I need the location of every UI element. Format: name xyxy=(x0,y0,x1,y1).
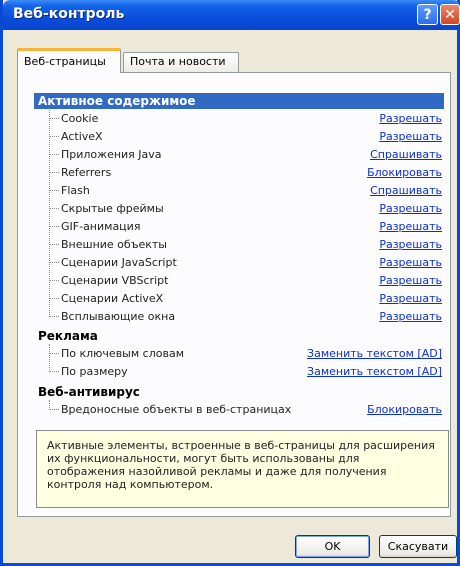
item-action-link[interactable]: Разрешать xyxy=(379,202,442,215)
list-item-keywords: По ключевым словам Заменить текстом [AD] xyxy=(49,345,444,363)
item-action-link[interactable]: Разрешать xyxy=(379,310,442,323)
list-item-size: По размеру Заменить текстом [AD] xyxy=(49,363,444,381)
list-item-activex: ActiveX Разрешать xyxy=(49,128,444,146)
item-action-link[interactable]: Разрешать xyxy=(379,220,442,233)
list-item-javascript: Сценарии JavaScript Разрешать xyxy=(49,254,444,272)
help-icon: ? xyxy=(423,6,432,23)
list-item-vbscript: Сценарии VBScript Разрешать xyxy=(49,272,444,290)
item-label: Всплывающие окна xyxy=(61,310,176,323)
item-action-link[interactable]: Спрашивать xyxy=(370,184,442,197)
item-action-link[interactable]: Заменить текстом [AD] xyxy=(307,347,442,360)
item-label: Скрытые фреймы xyxy=(61,202,164,215)
close-button[interactable]: ✕ xyxy=(440,4,460,25)
list-item-hidden-frames: Скрытые фреймы Разрешать xyxy=(49,200,444,218)
item-action-link[interactable]: Разрешать xyxy=(379,274,442,287)
cancel-button[interactable]: Скасувати xyxy=(379,535,457,558)
list-item-popups: Всплывающие окна Разрешать xyxy=(49,308,444,326)
item-label: По размеру xyxy=(61,365,128,378)
list-item-malicious-objects: Вредоносные объекты в веб-страницах Блоки… xyxy=(49,401,444,419)
item-label: GIF-анимация xyxy=(61,220,141,233)
dialog-window: Веб-контроль ? ✕ Веб-страницы Почта и но… xyxy=(0,0,460,566)
list-item-gif-animation: GIF-анимация Разрешать xyxy=(49,218,444,236)
section-header-ads[interactable]: Реклама xyxy=(38,328,98,344)
list-item-flash: Flash Спрашивать xyxy=(49,182,444,200)
item-action-link[interactable]: Блокировать xyxy=(367,403,442,416)
item-action-link[interactable]: Разрешать xyxy=(379,238,442,251)
tab-mail-news[interactable]: Почта и новости xyxy=(123,52,239,73)
list-item-java: Приложения Java Спрашивать xyxy=(49,146,444,164)
item-label: Вредоносные объекты в веб-страницах xyxy=(61,403,292,416)
section-header-active-content[interactable]: Активное содержимое xyxy=(34,93,444,109)
item-label: Сценарии ActiveX xyxy=(61,292,164,305)
item-label: Внешние объекты xyxy=(61,238,167,251)
item-label: ActiveX xyxy=(61,130,103,143)
item-action-link[interactable]: Спрашивать xyxy=(370,148,442,161)
item-action-link[interactable]: Разрешать xyxy=(379,292,442,305)
list-item-activex-scripts: Сценарии ActiveX Разрешать xyxy=(49,290,444,308)
item-action-link[interactable]: Разрешать xyxy=(379,112,442,125)
description-box: Активные элементы, встроенные в веб-стра… xyxy=(36,430,449,508)
item-label: Сценарии VBScript xyxy=(61,274,169,287)
item-label: Сценарии JavaScript xyxy=(61,256,177,269)
item-label: Cookie xyxy=(61,112,99,125)
item-label: Приложения Java xyxy=(61,148,162,161)
list-item-external-objects: Внешние объекты Разрешать xyxy=(49,236,444,254)
item-label: Referrers xyxy=(61,166,112,179)
list-item-cookie: Cookie Разрешать xyxy=(49,110,444,128)
title-bar[interactable]: Веб-контроль ? ✕ xyxy=(3,0,460,30)
item-label: Flash xyxy=(61,184,90,197)
section-header-web-antivirus[interactable]: Веб-антивирус xyxy=(38,384,140,400)
item-action-link[interactable]: Разрешать xyxy=(379,130,442,143)
list-item-referrers: Referrers Блокировать xyxy=(49,164,444,182)
item-label: По ключевым словам xyxy=(61,347,184,360)
item-action-link[interactable]: Блокировать xyxy=(367,166,442,179)
item-action-link[interactable]: Разрешать xyxy=(379,256,442,269)
item-action-link[interactable]: Заменить текстом [AD] xyxy=(307,365,442,378)
help-button[interactable]: ? xyxy=(417,4,438,25)
tab-web-pages[interactable]: Веб-страницы xyxy=(17,48,121,73)
close-icon: ✕ xyxy=(444,6,456,23)
window-title: Веб-контроль xyxy=(13,6,125,22)
ok-button[interactable]: OK xyxy=(295,535,370,558)
